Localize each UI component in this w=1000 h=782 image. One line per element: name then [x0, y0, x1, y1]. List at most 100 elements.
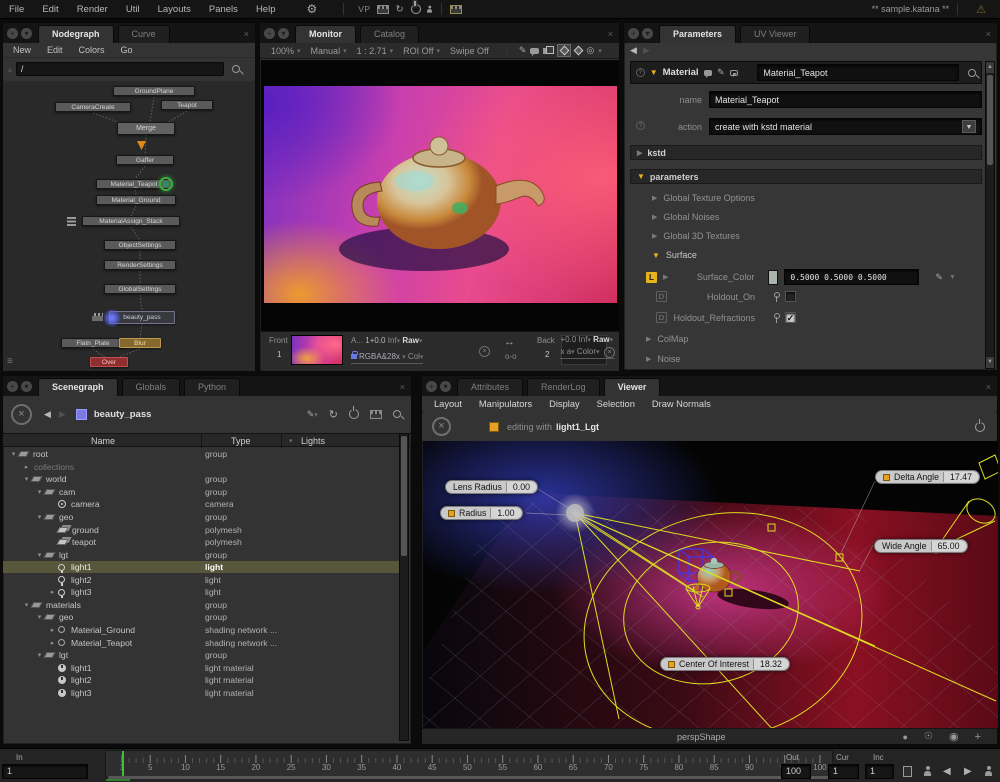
close-icon[interactable]: ×: [980, 382, 997, 396]
group-global-noises[interactable]: ▶Global Noises: [652, 212, 719, 222]
user-icon[interactable]: [985, 766, 992, 777]
close-icon[interactable]: ×: [394, 382, 411, 396]
viewer-menu-display[interactable]: Display: [549, 399, 579, 409]
nodegraph-menu-new[interactable]: New: [13, 45, 31, 55]
inc-field[interactable]: 1: [865, 764, 894, 779]
scenegraph-tree[interactable]: ▾rootgroup▸collections▾worldgroup▾camgro…: [3, 448, 411, 742]
search-icon[interactable]: [232, 65, 240, 73]
scenegraph-row-geo[interactable]: ▾geogroup: [3, 511, 403, 524]
expander-icon[interactable]: ▸: [48, 626, 57, 634]
pane-add-icon[interactable]: +: [628, 28, 639, 39]
node-gaffer[interactable]: Gaffer: [116, 155, 174, 165]
node-cameracreate[interactable]: CameraCreate: [55, 102, 131, 112]
expander-icon[interactable]: ▾: [35, 613, 44, 621]
warning-icon[interactable]: ⚠: [976, 3, 986, 16]
pane-add-icon[interactable]: +: [7, 381, 18, 392]
scenegraph-row-light3[interactable]: light3light material: [3, 686, 403, 699]
column-type[interactable]: Type: [231, 436, 251, 446]
node-blur[interactable]: Blur: [119, 338, 161, 348]
link-icon[interactable]: o-o: [505, 352, 517, 361]
node-merge[interactable]: Merge: [117, 122, 175, 135]
back-icon[interactable]: ◀: [44, 409, 51, 420]
pane-menu-icon[interactable]: ▾: [21, 381, 32, 392]
group-parameters[interactable]: ▼parameters: [630, 169, 982, 184]
frame-ruler[interactable]: 1510152025303540455055606570758085909510…: [105, 750, 833, 778]
compare-icon[interactable]: [574, 46, 584, 56]
expander-icon[interactable]: ▾: [22, 475, 31, 483]
hud-delta-angle[interactable]: Delta Angle17.47: [875, 470, 980, 484]
group-surface[interactable]: ▼Surface: [652, 250, 697, 260]
back-close-icon[interactable]: ×: [604, 347, 615, 358]
refresh-icon[interactable]: ↻: [329, 408, 338, 421]
node-teapot[interactable]: Teapot: [161, 100, 213, 110]
material-header[interactable]: ? ▼ Material ✎ Material_Teapot: [630, 61, 982, 84]
expand-icon[interactable]: ▼: [650, 68, 658, 77]
expander-icon[interactable]: ▾: [9, 450, 18, 458]
layers-icon[interactable]: [543, 46, 553, 55]
menu-file[interactable]: File: [0, 4, 33, 15]
pane-menu-icon[interactable]: ▾: [440, 381, 451, 392]
chevron-down-icon[interactable]: ▾: [598, 47, 602, 55]
monitor-ctrl-0[interactable]: 100%▾: [266, 46, 306, 56]
scenegraph-row-root[interactable]: ▾rootgroup: [3, 448, 403, 461]
group-global-texture-options[interactable]: ▶Global Texture Options: [652, 193, 755, 203]
hud-lens-radius[interactable]: Lens Radius0.00: [445, 480, 538, 494]
nodegraph-canvas[interactable]: GroundPlane CameraCreate Teapot Merge Gaffer…: [3, 81, 255, 371]
camera-name-label[interactable]: perspShape: [677, 732, 726, 742]
tab-monitor[interactable]: Monitor: [295, 25, 356, 43]
holdout-refractions-checkbox[interactable]: ✓: [785, 312, 796, 323]
help-icon[interactable]: ?: [636, 68, 645, 77]
comment-icon[interactable]: [530, 48, 539, 54]
tab-scenegraph[interactable]: Scenegraph: [38, 378, 118, 396]
edit-icon[interactable]: ✎: [717, 67, 725, 78]
swap-icon[interactable]: ↔: [504, 336, 515, 348]
catalog-slate-icon[interactable]: [450, 5, 462, 14]
viewer-viewport[interactable]: Lens Radius0.00Radius1.00Delta Angle17.4…: [423, 441, 998, 728]
scenegraph-row-light1[interactable]: light1light: [3, 561, 403, 574]
node-material_ground[interactable]: Material_Ground: [96, 195, 176, 205]
tab-curve[interactable]: Curve: [118, 25, 170, 43]
hud-center-of-interest[interactable]: Center Of Interest18.32: [660, 657, 790, 671]
column-lights[interactable]: Lights: [301, 436, 325, 446]
nodegraph-menu-edit[interactable]: Edit: [47, 45, 63, 55]
slate-icon[interactable]: [370, 410, 382, 419]
scenegraph-row-ground[interactable]: groundpolymesh: [3, 523, 403, 536]
edit-flag-icon[interactable]: [159, 177, 173, 191]
close-icon[interactable]: ×: [980, 29, 997, 43]
hud-wide-angle[interactable]: Wide Angle65.00: [874, 539, 968, 553]
scenegraph-row-lgt[interactable]: ▾lgtgroup: [3, 548, 403, 561]
tab-python[interactable]: Python: [184, 378, 240, 396]
render-slate-icon[interactable]: [377, 5, 389, 14]
front-close-icon[interactable]: ×: [479, 346, 490, 357]
scenegraph-row-Material_Teapot[interactable]: ▸Material_Teapotshading network ...: [3, 636, 403, 649]
scenegraph-row-world[interactable]: ▾worldgroup: [3, 473, 403, 486]
expander-icon[interactable]: ▸: [48, 639, 57, 647]
forward-icon[interactable]: ▶: [643, 45, 650, 56]
node-search-input[interactable]: [16, 62, 224, 76]
tab-uv-viewer[interactable]: UV Viewer: [740, 25, 810, 43]
scenegraph-row-geo[interactable]: ▾geogroup: [3, 611, 403, 624]
nodegraph-menu-colors[interactable]: Colors: [79, 45, 105, 55]
menu-util[interactable]: Util: [117, 4, 149, 15]
group-global-3d-textures[interactable]: ▶Global 3D Textures: [652, 231, 740, 241]
forward-icon[interactable]: ▶: [59, 409, 66, 420]
front-channels[interactable]: RGBA&28x ▾ Col▾: [351, 352, 423, 364]
scenegraph-row-materials[interactable]: ▾materialsgroup: [3, 599, 403, 612]
node-materialassign_stack[interactable]: MaterialAssign_Stack: [82, 216, 180, 226]
tab-catalog[interactable]: Catalog: [360, 25, 419, 43]
pan-mode-icon[interactable]: [557, 44, 571, 57]
comment-icon[interactable]: [704, 70, 713, 76]
scenegraph-row-cam[interactable]: ▾camgroup: [3, 486, 403, 499]
scenegraph-row-light2[interactable]: light2light material: [3, 674, 403, 687]
viewer-menu-manipulators[interactable]: Manipulators: [479, 399, 532, 409]
menu-help[interactable]: Help: [247, 4, 285, 15]
front-thumbnail[interactable]: [291, 335, 343, 365]
node-groundplane[interactable]: GroundPlane: [113, 86, 195, 96]
prev-frame-icon[interactable]: ◀: [943, 766, 951, 777]
scenegraph-row-collections[interactable]: ▸collections: [3, 461, 403, 474]
search-icon[interactable]: [968, 69, 976, 77]
scrollbar[interactable]: [399, 433, 409, 741]
cur-field[interactable]: 1: [828, 764, 859, 779]
close-icon[interactable]: ×: [602, 29, 619, 43]
nodegraph-menu-go[interactable]: Go: [121, 45, 133, 55]
